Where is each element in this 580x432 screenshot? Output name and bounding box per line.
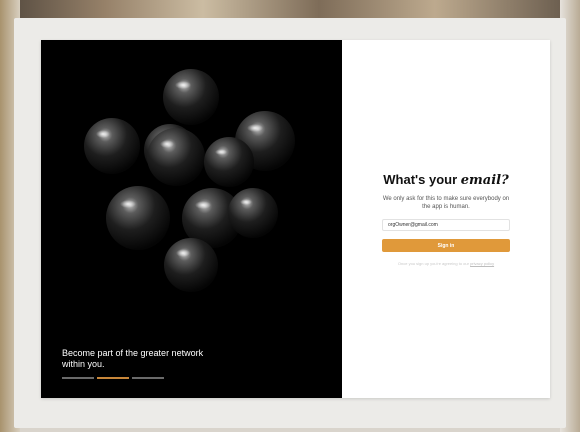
terms-notice: Once you sign up you're agreeing to our … [372, 261, 520, 266]
signin-form: What's your email? We only ask for this … [342, 40, 550, 398]
page-title: What's your email? [342, 172, 550, 188]
hero-tagline: Become part of the greater network withi… [62, 348, 204, 369]
title-emphasis: email? [460, 173, 509, 188]
signin-card: Become part of the greater network withi… [41, 40, 550, 398]
slide-indicator-3[interactable] [132, 377, 164, 379]
slide-indicators [62, 377, 164, 379]
hero-panel: Become part of the greater network withi… [41, 40, 342, 398]
email-field[interactable] [382, 219, 510, 231]
slide-indicator-1[interactable] [62, 377, 94, 379]
form-subtitle: We only ask for this to make sure everyb… [382, 196, 510, 210]
privacy-policy-link[interactable]: privacy policy [470, 261, 494, 266]
title-prefix: What's your [383, 172, 461, 187]
slide-indicator-2[interactable] [97, 377, 129, 379]
spheres-illustration [84, 69, 295, 292]
signin-button[interactable]: Sign in [382, 239, 510, 252]
sphere-group [84, 69, 295, 292]
terms-text: Once you sign up you're agreeing to our [397, 261, 471, 266]
